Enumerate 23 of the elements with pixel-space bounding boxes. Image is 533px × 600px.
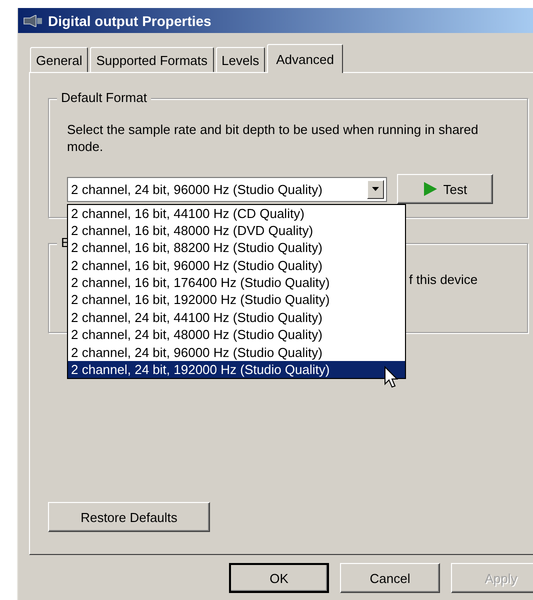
tab[interactable]: Supported Formats xyxy=(90,47,214,72)
window-title: Digital output Properties xyxy=(48,12,212,28)
dropdown-option[interactable]: 2 channel, 16 bit, 192000 Hz (Studio Quality) xyxy=(68,291,405,309)
description-text: f this device xyxy=(409,272,478,287)
dropdown-option[interactable]: 2 channel, 16 bit, 44100 Hz (CD Quality) xyxy=(68,204,405,222)
dropdown-option[interactable]: 2 channel, 24 bit, 48000 Hz (Studio Quality) xyxy=(68,326,405,344)
tab[interactable]: Advanced xyxy=(267,44,343,73)
restore-defaults-button[interactable]: Restore Defaults xyxy=(48,502,210,532)
description-text: Select the sample rate and bit depth to be used when running in shared mode. xyxy=(67,121,480,155)
dropdown-option[interactable]: 2 channel, 24 bit, 96000 Hz (Studio Quality) xyxy=(68,344,405,362)
dropdown-option[interactable]: 2 channel, 24 bit, 192000 Hz (Studio Quality) xyxy=(68,361,405,378)
caret-icon[interactable] xyxy=(367,180,384,198)
tab[interactable]: Levels xyxy=(216,47,266,72)
dialog-button[interactable]: Cancel xyxy=(340,563,440,593)
dropdown-option[interactable]: 2 channel, 24 bit, 44100 Hz (Studio Quality) xyxy=(68,308,405,326)
dialog-button[interactable]: OK xyxy=(229,563,329,593)
speaker-icon xyxy=(23,14,43,26)
test-button[interactable]: Test xyxy=(397,174,493,204)
play-icon xyxy=(423,182,438,196)
dropdown-option[interactable]: 2 channel, 16 bit, 96000 Hz (Studio Quality) xyxy=(68,256,405,274)
tab[interactable]: General xyxy=(30,47,88,72)
dropdown-option[interactable]: 2 channel, 16 bit, 176400 Hz (Studio Quality) xyxy=(68,274,405,292)
group-label: Default Format xyxy=(57,90,151,105)
